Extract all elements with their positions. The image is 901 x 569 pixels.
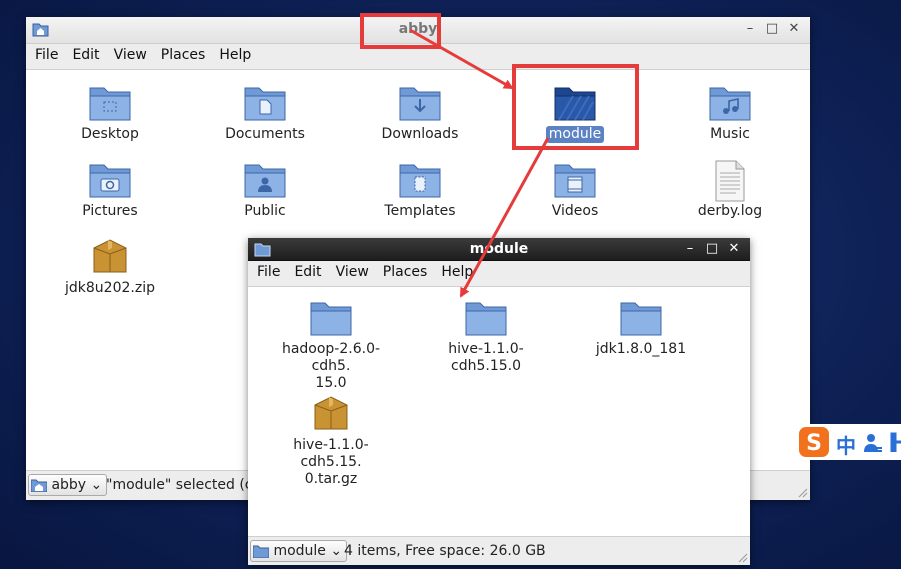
- text-file-icon: [715, 160, 745, 202]
- music-folder[interactable]: Music: [660, 82, 800, 143]
- location-label: abby: [51, 477, 87, 493]
- item-label: Templates: [384, 203, 456, 219]
- title-bar[interactable]: module – □ ✕: [248, 238, 750, 261]
- menu-edit[interactable]: Edit: [65, 44, 106, 63]
- item-label: Desktop: [81, 126, 139, 142]
- folder-documents-icon: [244, 87, 286, 121]
- item-label: Pictures: [82, 203, 138, 219]
- user-icon[interactable]: [862, 432, 884, 454]
- annotation-box-title: [360, 13, 441, 49]
- menu-help[interactable]: Help: [434, 261, 480, 280]
- status-bar: module ⌄ 4 items, Free space: 26.0 GB: [248, 536, 750, 565]
- item-label: hadoop-2.6.0-cdh5. 15.0: [281, 341, 381, 391]
- folder-pictures-icon: [89, 164, 131, 198]
- ime-toolbar[interactable]: S 中: [796, 424, 901, 460]
- folder-icon: [310, 302, 352, 336]
- file-icon-view[interactable]: hadoop-2.6.0-cdh5. 15.0 hive-1.1.0-cdh5.1…: [248, 287, 750, 537]
- item-label: hive-1.1.0-cdh5.15.0: [448, 341, 524, 374]
- downloads-folder[interactable]: Downloads: [350, 82, 490, 143]
- item-label: Documents: [225, 126, 305, 142]
- menu-edit[interactable]: Edit: [287, 261, 328, 280]
- folder-templates-icon: [399, 164, 441, 198]
- location-label: module: [273, 543, 326, 559]
- annotation-box-module: [512, 64, 639, 150]
- menu-file[interactable]: File: [26, 44, 65, 63]
- folder-music-icon: [709, 87, 751, 121]
- archive-icon: [93, 239, 127, 273]
- menu-places[interactable]: Places: [154, 44, 213, 63]
- menu-bar: File Edit View Places Help: [248, 261, 750, 287]
- close-button[interactable]: ✕: [786, 21, 802, 37]
- svg-text:S: S: [806, 431, 822, 456]
- folder-videos-icon: [554, 164, 596, 198]
- location-button[interactable]: abby ⌄: [28, 474, 108, 496]
- folder-icon: [465, 302, 507, 336]
- item-label: derby.log: [697, 203, 763, 219]
- item-label: Public: [244, 203, 286, 219]
- documents-folder[interactable]: Documents: [195, 82, 335, 143]
- item-label: jdk8u202.zip: [65, 280, 155, 296]
- close-button[interactable]: ✕: [726, 241, 742, 257]
- resize-grip-icon[interactable]: [796, 486, 808, 498]
- jdk-zip-file[interactable]: jdk8u202.zip: [40, 236, 180, 297]
- location-button[interactable]: module ⌄: [250, 540, 348, 562]
- maximize-button[interactable]: □: [704, 241, 720, 257]
- resize-grip-icon[interactable]: [736, 551, 748, 563]
- home-folder-icon: [30, 479, 48, 493]
- ime-toolbar-overflow: [888, 432, 901, 452]
- folder-desktop-icon: [89, 87, 131, 121]
- menu-view[interactable]: View: [107, 44, 154, 63]
- jdk-folder[interactable]: jdk1.8.0_181: [571, 299, 711, 358]
- item-label: Downloads: [381, 126, 459, 142]
- pictures-folder[interactable]: Pictures: [40, 159, 180, 220]
- menu-places[interactable]: Places: [376, 261, 435, 280]
- menu-file[interactable]: File: [248, 261, 287, 280]
- hive-folder[interactable]: hive-1.1.0-cdh5.15.0: [416, 299, 556, 375]
- hadoop-folder[interactable]: hadoop-2.6.0-cdh5. 15.0: [261, 299, 401, 392]
- ime-chinese-mode[interactable]: 中: [836, 430, 856, 459]
- desktop-folder[interactable]: Desktop: [40, 82, 180, 143]
- window-title: module: [469, 241, 529, 257]
- folder-icon: [252, 545, 270, 559]
- derby-log-file[interactable]: derby.log: [660, 159, 800, 220]
- status-text: "module" selected (co: [106, 477, 262, 493]
- item-label: Music: [710, 126, 750, 142]
- status-text: 4 items, Free space: 26.0 GB: [344, 543, 546, 559]
- chevron-down-icon: ⌄: [90, 477, 103, 493]
- chevron-down-icon: ⌄: [330, 543, 343, 559]
- tool-icon[interactable]: [888, 432, 901, 452]
- folder-downloads-icon: [399, 87, 441, 121]
- sogou-logo-icon: S: [799, 427, 829, 457]
- minimize-button[interactable]: –: [682, 241, 698, 257]
- folder-icon: [620, 302, 662, 336]
- menu-help[interactable]: Help: [212, 44, 258, 63]
- hive-tarball-file[interactable]: hive-1.1.0-cdh5.15. 0.tar.gz: [261, 393, 401, 488]
- maximize-button[interactable]: □: [764, 21, 780, 37]
- module-folder-window: module – □ ✕ File Edit View Places Help hado…: [248, 238, 750, 565]
- videos-folder[interactable]: Videos: [505, 159, 645, 220]
- archive-icon: [314, 396, 348, 430]
- item-label: Videos: [551, 203, 599, 219]
- menu-view[interactable]: View: [329, 261, 376, 280]
- item-label: jdk1.8.0_181: [595, 341, 687, 357]
- folder-public-icon: [244, 164, 286, 198]
- public-folder[interactable]: Public: [195, 159, 335, 220]
- templates-folder[interactable]: Templates: [350, 159, 490, 220]
- item-label: hive-1.1.0-cdh5.15. 0.tar.gz: [293, 437, 369, 487]
- minimize-button[interactable]: –: [742, 21, 758, 37]
